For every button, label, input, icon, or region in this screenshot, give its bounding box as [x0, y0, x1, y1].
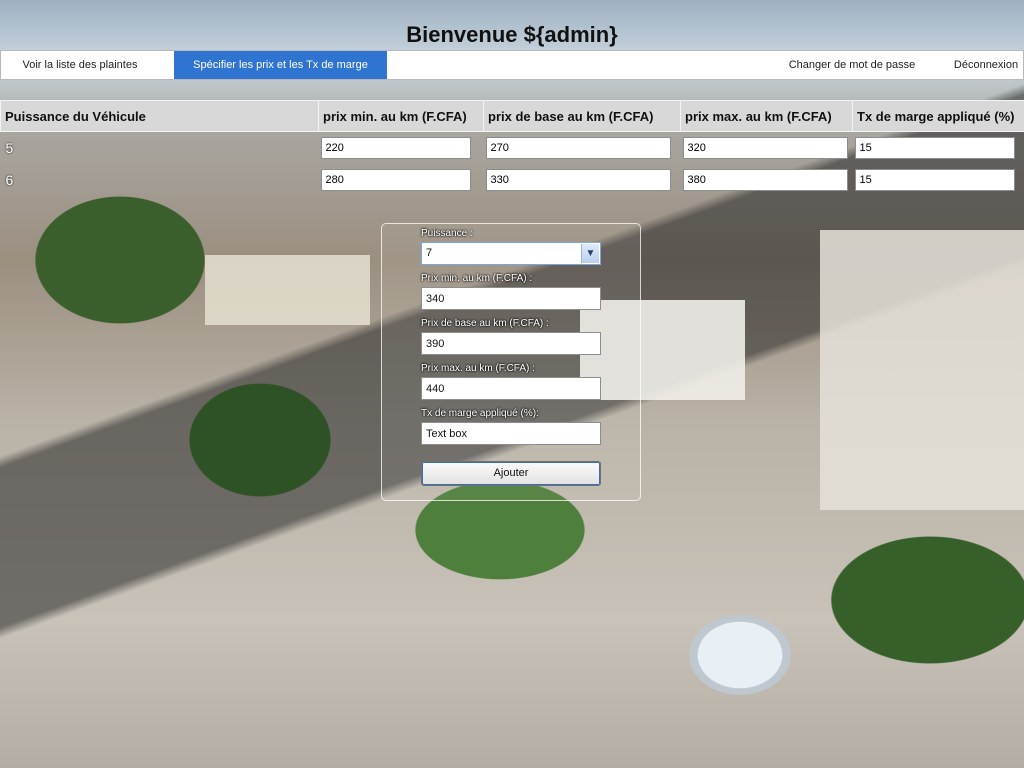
menu-prices-margins[interactable]: Spécifier les prix et les Tx de marge: [174, 51, 387, 79]
row-min-price-input[interactable]: [320, 169, 471, 191]
min-price-input[interactable]: [421, 287, 601, 310]
menu-change-password[interactable]: Changer de mot de passe: [781, 51, 923, 79]
header-max-price: prix max. au km (F.CFA): [680, 100, 853, 132]
row-power-cell: 5: [5, 140, 14, 156]
menu-complaints-list[interactable]: Voir la liste des plaintes: [1, 51, 159, 79]
header-base-price: prix de base au km (F.CFA): [483, 100, 681, 132]
header-vehicle-power: Puissance du Véhicule: [0, 100, 319, 132]
page-title: Bienvenue ${admin}: [406, 22, 618, 47]
row-power-cell: 6: [5, 172, 14, 188]
base-price-label: Prix de base au km (F.CFA) :: [421, 318, 549, 329]
power-select[interactable]: 7 ▼: [421, 242, 601, 265]
margin-rate-input[interactable]: [421, 422, 601, 445]
row-max-price-input[interactable]: [682, 169, 848, 191]
max-price-input[interactable]: [421, 377, 601, 400]
margin-rate-label: Tx de marge appliqué (%):: [421, 408, 539, 419]
power-select-value: 7: [426, 247, 433, 259]
row-max-price-input[interactable]: [682, 137, 848, 159]
top-menu-bar: Voir la liste des plaintes Spécifier les…: [0, 50, 1024, 80]
table-header-row: Puissance du Véhicule prix min. au km (F…: [0, 100, 1024, 132]
row-base-price-input[interactable]: [485, 137, 671, 159]
chevron-down-icon[interactable]: ▼: [581, 244, 599, 263]
row-margin-input[interactable]: [854, 169, 1015, 191]
row-margin-input[interactable]: [854, 137, 1015, 159]
table-row: 6: [1, 164, 1024, 196]
table-row: 5: [1, 132, 1024, 165]
row-min-price-input[interactable]: [320, 137, 471, 159]
base-price-input[interactable]: [421, 332, 601, 355]
max-price-label: Prix max. au km (F.CFA) :: [421, 363, 535, 374]
add-button[interactable]: Ajouter: [421, 461, 601, 486]
power-label: Puissance :: [421, 228, 473, 239]
menu-logout[interactable]: Déconnexion: [945, 51, 1024, 79]
price-table: Puissance du Véhicule prix min. au km (F…: [0, 100, 1024, 196]
row-base-price-input[interactable]: [485, 169, 671, 191]
header-margin-rate: Tx de marge appliqué (%): [852, 100, 1024, 132]
min-price-label: Prix min. au km (F.CFA) :: [421, 273, 533, 284]
header-min-price: prix min. au km (F.CFA): [318, 100, 484, 132]
